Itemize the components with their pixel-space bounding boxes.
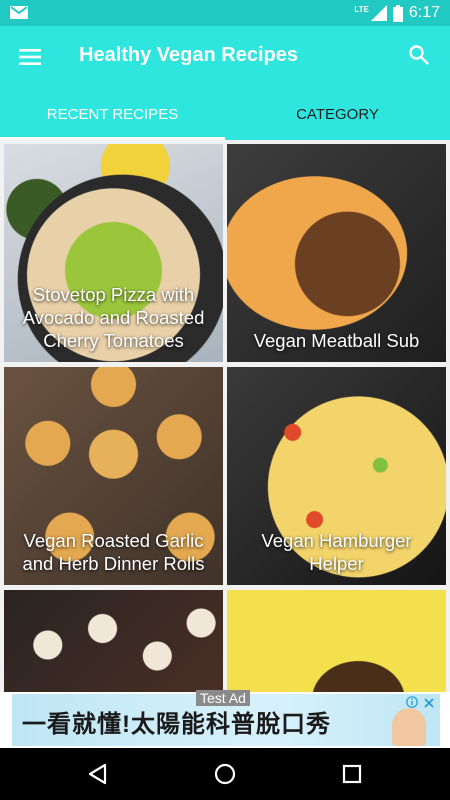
info-icon[interactable] xyxy=(406,696,418,708)
back-icon[interactable] xyxy=(86,762,110,786)
recipe-card[interactable] xyxy=(4,590,223,696)
recipe-title: Vegan Hamburger Helper xyxy=(261,530,412,574)
recipe-card[interactable]: Vegan Roasted Garlic and Herb Dinner Rol… xyxy=(4,367,223,585)
network-type: LTE xyxy=(354,4,369,14)
tab-recent-recipes[interactable]: RECENT RECIPES xyxy=(0,88,225,140)
recents-icon[interactable] xyxy=(340,762,364,786)
recipe-title: Vegan Roasted Garlic and Herb Dinner Rol… xyxy=(22,530,205,574)
recipe-grid: Stovetop Pizza with Avocado and Roasted … xyxy=(0,140,450,696)
battery-icon xyxy=(392,4,403,22)
recipe-card[interactable]: Vegan Meatball Sub xyxy=(227,144,446,362)
tab-category[interactable]: CATEGORY xyxy=(225,88,450,140)
system-nav-bar xyxy=(0,748,450,800)
mail-icon xyxy=(10,6,28,19)
ad-text: 一看就懂!太陽能科普脫口秀 xyxy=(22,711,331,738)
search-icon[interactable] xyxy=(408,44,430,66)
recipe-card[interactable]: Stovetop Pizza with Avocado and Roasted … xyxy=(4,144,223,362)
close-icon[interactable] xyxy=(422,696,436,710)
ad-banner[interactable]: Test Ad 一看就懂!太陽能科普脫口秀 xyxy=(0,690,450,748)
recipe-card[interactable] xyxy=(227,590,446,696)
app-title: Healthy Vegan Recipes xyxy=(79,44,298,66)
status-time: 6:17 xyxy=(408,4,440,21)
recipe-title: Vegan Meatball Sub xyxy=(253,330,420,351)
recipe-card[interactable]: Vegan Hamburger Helper xyxy=(227,367,446,585)
ad-person-image xyxy=(392,708,426,746)
home-icon[interactable] xyxy=(213,762,237,786)
recipe-title: Stovetop Pizza with Avocado and Roasted … xyxy=(22,284,205,351)
ad-label: Test Ad xyxy=(196,690,250,706)
tab-bar: RECENT RECIPES CATEGORY xyxy=(0,88,450,140)
app-bar: Healthy Vegan Recipes xyxy=(0,26,450,88)
signal-icon xyxy=(370,5,387,21)
status-bar: LTE 6:17 xyxy=(0,0,450,26)
menu-icon[interactable] xyxy=(18,46,42,68)
